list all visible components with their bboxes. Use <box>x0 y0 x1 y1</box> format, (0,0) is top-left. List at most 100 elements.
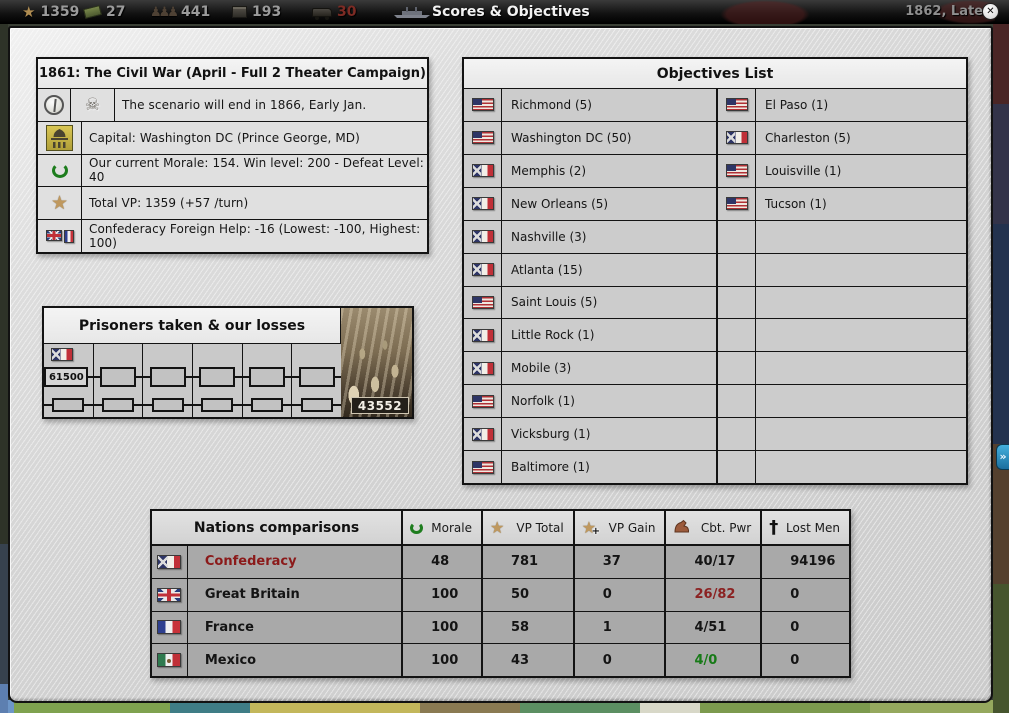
objectives-row: Memphis (2) Louisville (1) <box>464 154 966 188</box>
skull-icon: ☠ <box>71 89 115 121</box>
nation-flag-icon <box>157 554 182 569</box>
losses-value: 43552 <box>351 397 409 414</box>
nation-flag-icon <box>725 98 748 112</box>
lost-men-value: 0 <box>790 587 800 603</box>
flag-cell <box>464 319 502 352</box>
nation-flag-icon <box>471 295 494 309</box>
top-bar: ★ 1359 27 ♟♟♟ 441 193 30 Scores & Object… <box>0 0 1009 24</box>
flag-cell <box>718 220 756 253</box>
nation-flag-icon <box>157 587 182 602</box>
objective-name: Louisville (1) <box>765 163 842 178</box>
column-label: Lost Men <box>786 520 840 535</box>
resource-value: 1359 <box>40 4 80 20</box>
cemetery-photo: 43552 <box>341 308 412 417</box>
objective-name: Baltimore (1) <box>502 451 718 484</box>
objective-name: Vicksburg (1) <box>502 418 718 451</box>
nation-flag-icon <box>157 620 182 635</box>
nation-flag-icon <box>725 131 748 145</box>
nation-flag-icon <box>471 394 494 408</box>
nation-flag-icon <box>157 653 182 668</box>
flag-cell <box>464 154 502 187</box>
capitol-icon <box>38 121 82 154</box>
column-morale: Morale <box>403 511 483 544</box>
prisoners-cell <box>292 344 341 417</box>
map-background-left <box>0 24 8 713</box>
column-label: VP Gain <box>608 520 656 535</box>
morale-value: 100 <box>403 611 483 644</box>
flag-cell <box>718 121 756 154</box>
window-title: Scores & Objectives <box>432 4 590 20</box>
column-lost-men: † Lost Men <box>762 511 849 544</box>
objective-name: Atlanta (15) <box>502 253 718 286</box>
nations-title: Nations comparisons <box>152 511 404 544</box>
nation-row-confederacy: Confederacy 48 781 37 40/17 94196 <box>152 546 849 579</box>
money-icon <box>83 5 102 19</box>
nation-flag-icon <box>471 197 494 211</box>
prisoners-value: 61500 <box>44 367 89 387</box>
objective-name: Tucson (1) <box>765 196 827 211</box>
prisoners-cell: 61500 <box>44 344 94 417</box>
morale-value: 48 <box>403 546 483 578</box>
close-button[interactable]: ✕ <box>982 3 999 20</box>
lost-men-value: 0 <box>790 652 800 668</box>
cbt-pwr-value: 4/51 <box>666 611 763 644</box>
scenario-panel: 1861: The Civil War (April - Full 2 Thea… <box>36 57 429 254</box>
flag-cell <box>464 121 502 154</box>
clock-icon <box>38 89 71 121</box>
map-background-right <box>993 24 1009 713</box>
nation-row-mexico: Mexico 100 43 0 4/0 0 <box>152 644 849 676</box>
flag-cell <box>464 253 502 286</box>
column-vp-total: ★ VP Total <box>483 511 575 544</box>
prisoners-cell <box>94 344 144 417</box>
cbt-pwr-value: 26/82 <box>666 578 763 611</box>
objective-name: Mobile (3) <box>502 352 718 385</box>
cross-icon: † <box>769 516 779 538</box>
scenario-row-capital: Capital: Washington DC (Prince George, M… <box>38 121 427 155</box>
flag-cell <box>718 286 756 319</box>
flag-cell <box>152 611 188 644</box>
lost-men-value: 94196 <box>790 554 836 570</box>
objective-name <box>756 352 966 384</box>
objectives-title: Objectives List <box>464 59 966 89</box>
star-icon: ★ <box>489 517 505 537</box>
objective-name <box>756 418 966 450</box>
objectives-row: Washington DC (50) Charleston (5) <box>464 121 966 155</box>
resource-value: 441 <box>180 4 211 20</box>
nation-flag-icon <box>471 230 494 244</box>
arm-icon <box>673 519 690 537</box>
nation-flag-icon <box>471 427 494 441</box>
prisoners-cell <box>193 344 243 417</box>
flag-cell <box>718 385 756 418</box>
objectives-row: Norfolk (1) <box>464 385 966 419</box>
nation-name: Confederacy <box>188 546 404 578</box>
nation-flag-icon <box>725 197 748 211</box>
grid-line <box>44 376 341 378</box>
topbar-decoration <box>720 0 810 24</box>
flag-cell <box>464 418 502 451</box>
flag-cell <box>152 546 188 578</box>
star-plus-icon: ★ <box>582 519 601 537</box>
vp-gain-value: 37 <box>575 546 667 578</box>
flag-cell <box>464 385 502 418</box>
scenario-row-vp: ★ Total VP: 1359 (+57 /turn) <box>38 187 427 221</box>
grid-line <box>44 404 341 406</box>
nation-name: Great Britain <box>188 578 404 611</box>
scenario-row-text: Our current Morale: 154. Win level: 200 … <box>89 156 424 185</box>
scenario-row-end-date: ☠ The scenario will end in 1866, Early J… <box>38 89 427 122</box>
resource-conscripts: ♟♟♟ 441 <box>150 0 210 24</box>
flag-cell <box>718 418 756 451</box>
flag-cell <box>464 89 502 121</box>
flag-cell <box>464 352 502 385</box>
objectives-row: Vicksburg (1) <box>464 418 966 452</box>
flag-cell <box>464 451 502 484</box>
objective-name: El Paso (1) <box>765 97 829 112</box>
objectives-row: Atlanta (15) <box>464 253 966 287</box>
conscripts-icon: ♟♟♟ <box>150 4 179 20</box>
objective-name: Richmond (5) <box>502 89 718 121</box>
morale-value: 100 <box>403 578 483 611</box>
resource-victory-points: ★ 1359 <box>22 0 79 24</box>
resource-value: 193 <box>252 4 282 20</box>
prisoners-grid: 61500 <box>44 344 341 417</box>
map-side-button[interactable]: » <box>996 444 1009 470</box>
column-label: Cbt. Pwr <box>700 520 752 535</box>
